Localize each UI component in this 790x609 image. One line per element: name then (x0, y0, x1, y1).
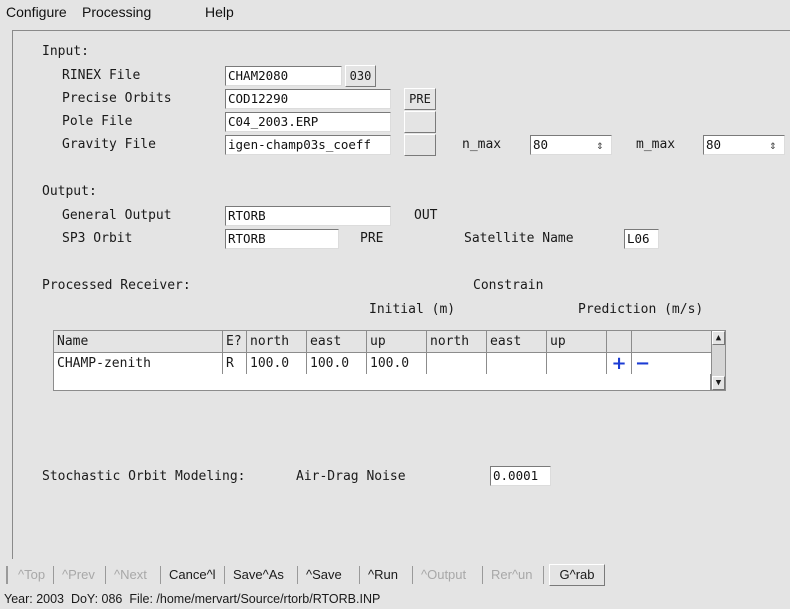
airdrag-field[interactable]: 0.0001 (490, 466, 551, 486)
receiver-table: Name E? north east up north east up CHAM… (53, 330, 712, 375)
col-header-pred-north: north (426, 330, 487, 353)
toolbar-separator (543, 566, 544, 584)
cell-initial-north[interactable]: 100.0 (246, 352, 307, 375)
run-button[interactable]: ^Run (368, 567, 398, 582)
status-line: Year: 2003 DoY: 086 File: /home/mervart/… (4, 592, 381, 606)
table-header-row: Name E? north east up north east up (53, 330, 712, 353)
prev-button[interactable]: ^Prev (62, 567, 95, 582)
add-row-icon[interactable]: + (606, 352, 632, 375)
cell-pred-north[interactable] (426, 352, 487, 375)
table-vertical-scrollbar[interactable]: ▲ ▼ (711, 330, 726, 391)
general-output-ext: OUT (414, 208, 438, 223)
rerun-button[interactable]: Rer^un (491, 567, 533, 582)
toolbar-separator (53, 566, 54, 584)
toolbar-separator (297, 566, 298, 584)
initial-label: Initial (m) (369, 302, 456, 317)
grab-button[interactable]: G^rab (549, 564, 605, 586)
save-button[interactable]: ^Save (306, 567, 342, 582)
toolbar-separator (359, 566, 360, 584)
col-header-pred-up: up (546, 330, 607, 353)
mmax-spinner-icon[interactable]: ⇕ (767, 137, 779, 153)
table-empty-area (53, 374, 711, 391)
sp3-ext: PRE (360, 231, 384, 246)
gravity-label: Gravity File (62, 137, 156, 152)
col-header-initial-up: up (366, 330, 427, 353)
sp3-field[interactable]: RTORB (225, 229, 339, 249)
toolbar-separator (160, 566, 161, 584)
gravity-field[interactable]: igen-champ03s_coeff (225, 135, 391, 155)
col-header-initial-east: east (306, 330, 367, 353)
rinex-label: RINEX File (62, 68, 141, 83)
col-header-remove (631, 330, 712, 353)
toolbar-separator (105, 566, 106, 584)
pole-ext-button[interactable] (404, 111, 436, 133)
top-button[interactable]: ^Top (18, 567, 45, 582)
prediction-label: Prediction (m/s) (578, 302, 704, 317)
general-output-label: General Output (62, 208, 172, 223)
orbits-label: Precise Orbits (62, 91, 172, 106)
cell-estimate[interactable]: R (222, 352, 247, 375)
constrain-label: Constrain (473, 278, 544, 293)
orbits-ext-button[interactable]: PRE (404, 88, 436, 110)
gravity-ext-button[interactable] (404, 134, 436, 156)
col-header-name: Name (53, 330, 223, 353)
input-heading: Input: (42, 44, 89, 59)
next-button[interactable]: ^Next (114, 567, 147, 582)
general-output-field[interactable]: RTORB (225, 206, 391, 226)
toolbar-separator (482, 566, 483, 584)
col-header-pred-east: east (486, 330, 547, 353)
col-header-initial-north: north (246, 330, 307, 353)
toolbar-separator (224, 566, 225, 584)
col-header-add (606, 330, 632, 353)
output-button[interactable]: ^Output (421, 567, 466, 582)
table-row[interactable]: CHAMP-zenith R 100.0 100.0 100.0 + − (53, 352, 712, 375)
output-heading: Output: (42, 184, 97, 199)
cell-pred-east[interactable] (486, 352, 547, 375)
cell-name[interactable]: CHAMP-zenith (53, 352, 223, 375)
satellite-name-label: Satellite Name (464, 231, 574, 246)
orbits-field[interactable]: COD12290 (225, 89, 391, 109)
nmax-spinner-icon[interactable]: ⇕ (594, 137, 606, 153)
stochastic-label: Stochastic Orbit Modeling: (42, 469, 246, 484)
bottom-toolbar: ^Top ^Prev ^Next Cance^l Save^As ^Save ^… (0, 562, 790, 588)
toolbar-separator (412, 566, 413, 584)
airdrag-label: Air-Drag Noise (296, 469, 406, 484)
menu-configure[interactable]: Configure (6, 4, 67, 20)
saveas-button[interactable]: Save^As (233, 567, 284, 582)
rinex-ext-button[interactable]: 030 (345, 65, 376, 87)
rinex-field[interactable]: CHAM2080 (225, 66, 342, 86)
pole-label: Pole File (62, 114, 133, 129)
sp3-label: SP3 Orbit (62, 231, 133, 246)
menu-help[interactable]: Help (205, 4, 234, 20)
mmax-label: m_max (636, 137, 676, 152)
cell-pred-up[interactable] (546, 352, 607, 375)
nmax-label: n_max (462, 137, 502, 152)
remove-row-icon[interactable]: − (631, 352, 712, 375)
cell-initial-up[interactable]: 100.0 (366, 352, 427, 375)
satellite-name-field[interactable]: L06 (624, 229, 659, 249)
scroll-up-icon[interactable]: ▲ (712, 331, 725, 345)
menu-processing[interactable]: Processing (82, 4, 151, 20)
cell-initial-east[interactable]: 100.0 (306, 352, 367, 375)
col-header-estimate: E? (222, 330, 247, 353)
pole-field[interactable]: C04_2003.ERP (225, 112, 391, 132)
scroll-down-icon[interactable]: ▼ (712, 376, 725, 390)
menu-bar: Configure Processing Help (0, 0, 790, 27)
toolbar-grip (6, 566, 8, 584)
cancel-button[interactable]: Cance^l (169, 567, 216, 582)
receiver-heading: Processed Receiver: (42, 278, 191, 293)
